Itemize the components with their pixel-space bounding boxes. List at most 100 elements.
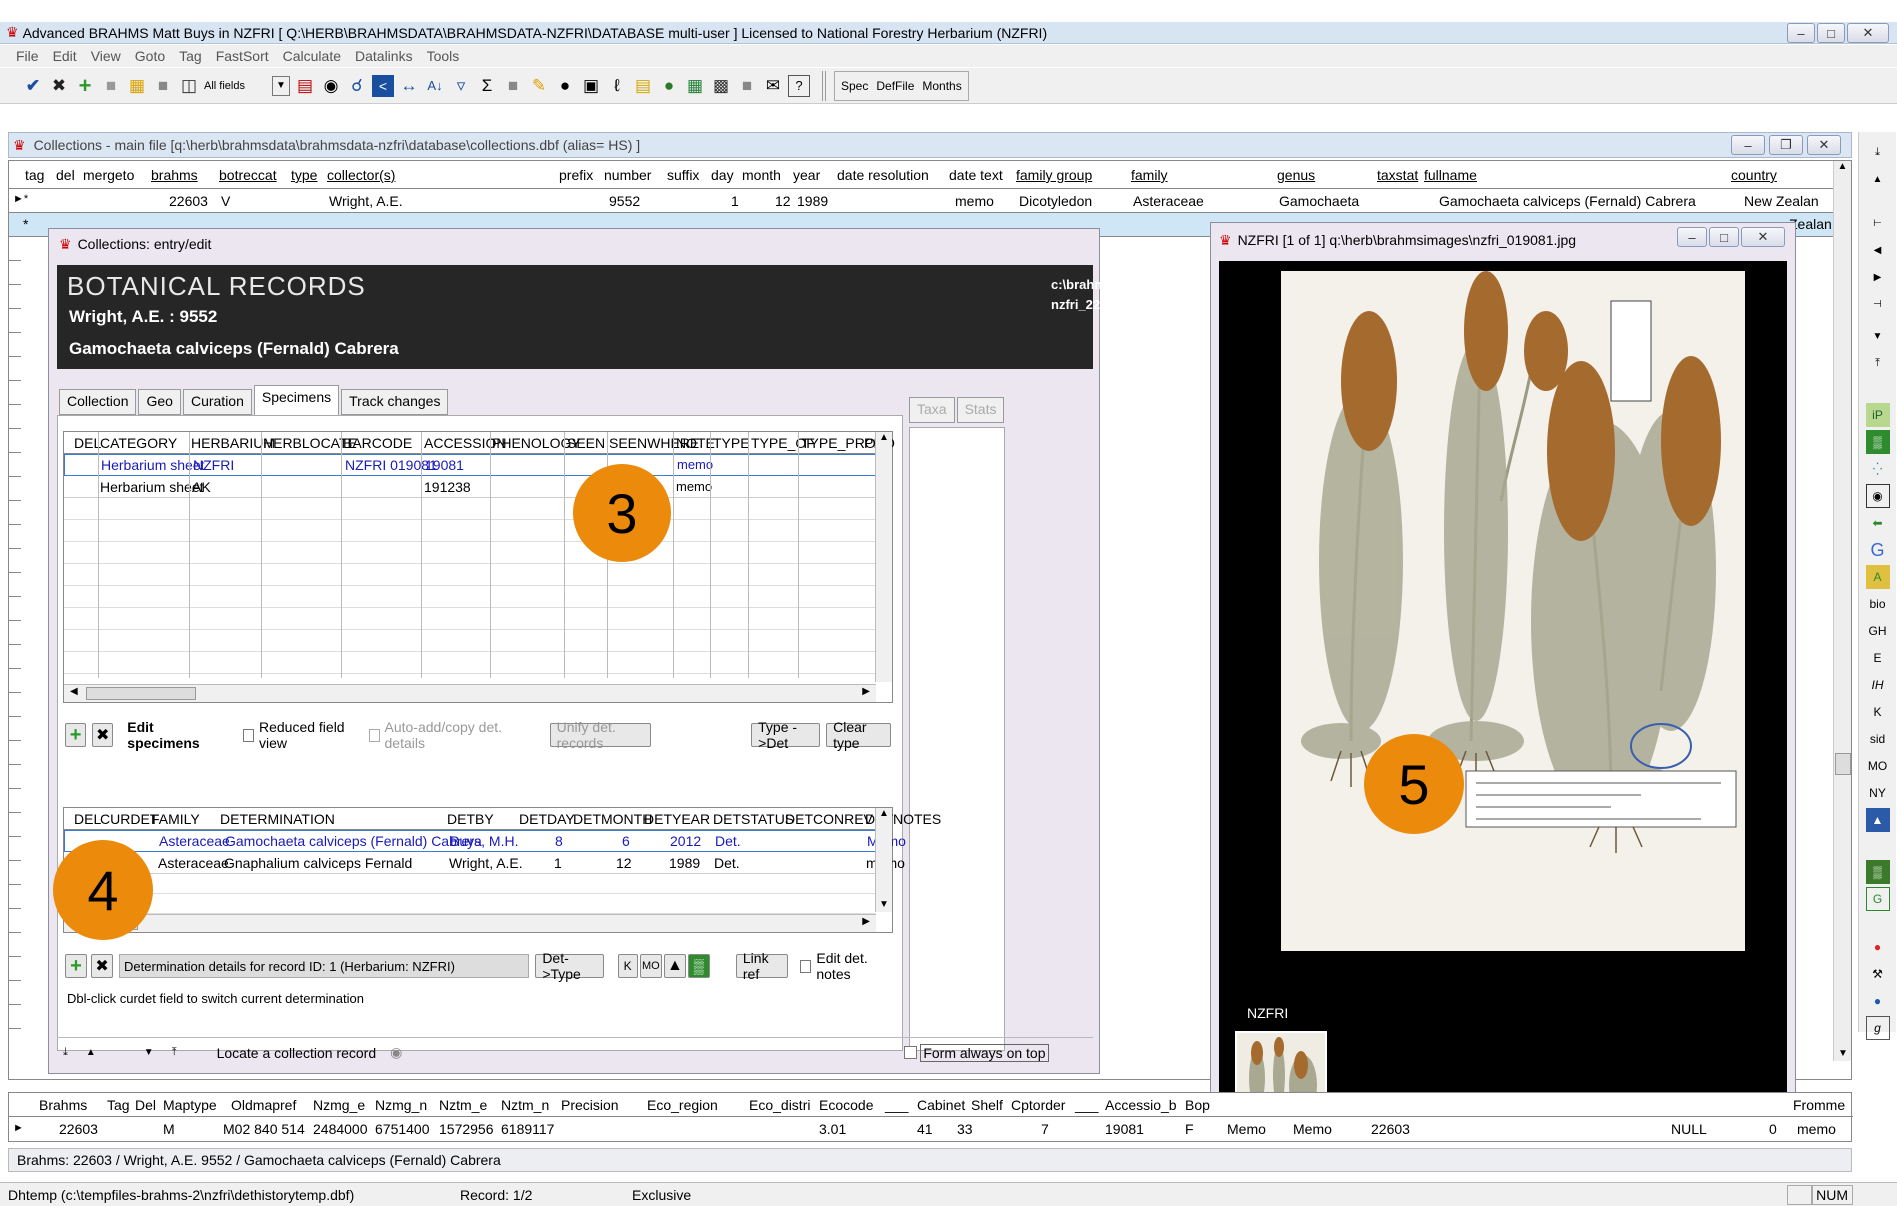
zoom-icon[interactable]: ☌ [346,75,368,97]
spec-col-seen[interactable]: SEEN [567,435,605,451]
clear-type-button[interactable]: Clear type [826,719,891,751]
add-specimen-button[interactable]: + [65,723,87,747]
det-col-detby[interactable]: DETBY [447,811,494,827]
col-date-resolution[interactable]: date resolution [837,167,929,183]
menu-goto[interactable]: Goto [135,48,165,64]
tools-icon[interactable]: ⚒ [1866,962,1890,986]
next-record-icon[interactable]: ▼ [144,1047,154,1058]
collections-close-icon[interactable]: ✕ [1807,135,1841,155]
col-mergeto[interactable]: mergeto [83,167,134,183]
end-icon[interactable]: ⊢ [1866,211,1890,235]
tab-collection[interactable]: Collection [59,389,137,415]
table-icon[interactable]: ▦ [126,75,148,97]
col-collectors[interactable]: collector(s) [327,167,395,183]
gbif-icon[interactable]: ◉ [1865,484,1890,508]
bcol-fromme[interactable]: Fromme [1793,1097,1845,1113]
add-icon[interactable]: + [74,73,96,98]
dots-icon[interactable]: ⁛ [1866,457,1890,481]
minimize-icon[interactable]: – [1787,23,1815,43]
sort-icon[interactable]: A↓ [424,75,446,97]
ipni-icon[interactable]: iP [1865,403,1890,427]
bcol-cptorder[interactable]: Cptorder [1011,1097,1065,1113]
sidebar-item-mo[interactable]: MO [1866,754,1890,778]
sidebar-item-gh[interactable]: GH [1866,619,1890,643]
bcol-blank1[interactable]: ___ [885,1097,908,1113]
det-col-del[interactable]: DEL [74,811,101,827]
deffile-button[interactable]: DefFile [876,79,914,93]
locate-binoculars-icon[interactable]: ◉ [390,1044,402,1061]
mo-button[interactable]: MO [639,954,662,978]
spec-col-category[interactable]: CATEGORY [100,435,177,451]
first-icon[interactable]: ⤓ [1866,140,1890,164]
sidebar-item-sid[interactable]: sid [1866,727,1890,751]
menu-view[interactable]: View [91,48,121,64]
bcol-tag[interactable]: Tag [107,1097,130,1113]
pencil-icon[interactable]: ✎ [528,75,550,97]
field-select[interactable]: All fields [204,80,272,92]
columns-icon[interactable]: ◫ [178,75,200,97]
form-icon[interactable]: ▤ [294,75,316,97]
scroll-down-icon[interactable]: ▼ [879,899,889,910]
up-icon[interactable]: ▲ [1866,167,1890,191]
auto-add-checkbox[interactable] [368,728,380,742]
col-tag[interactable]: tag [25,167,44,183]
g-italic-icon[interactable]: g [1865,1016,1890,1040]
det-col-detstatus[interactable]: DETSTATUS [713,811,794,827]
scroll-right-icon[interactable]: ▶ [862,916,870,927]
table-row[interactable]: Asteraceae Gnaphalium calviceps Fernald … [64,852,905,874]
scroll-up-icon[interactable]: ▲ [1834,161,1851,172]
scroll-left-icon[interactable]: ◀ [70,686,78,697]
col-month[interactable]: month [742,167,781,183]
left-icon[interactable]: ◀ [1866,238,1890,262]
det-col-family[interactable]: FAMILY [151,811,200,827]
camera-icon[interactable]: ▣ [580,75,602,97]
link-ref-button[interactable]: Link ref [735,950,789,982]
paperclip-icon[interactable]: ℓ [606,75,628,97]
leaf-icon[interactable]: ▒ [687,954,710,978]
col-del[interactable]: del [56,167,75,183]
scroll-down-icon[interactable]: ▼ [1838,1048,1848,1059]
square-icon[interactable]: ■ [152,75,174,97]
bcol-maptype[interactable]: Maptype [163,1097,217,1113]
delete-det-button[interactable]: ✖ [91,954,114,978]
col-fullname[interactable]: fullname [1424,167,1477,183]
menu-file[interactable]: File [16,48,39,64]
binoculars-icon[interactable]: ◉ [320,75,342,97]
bcol-blank2[interactable]: ___ [1075,1097,1098,1113]
bcol-precision[interactable]: Precision [561,1097,619,1113]
tab-specimens[interactable]: Specimens [253,385,340,415]
maximize-icon[interactable]: □ [1817,23,1845,43]
arrows-icon[interactable]: ↔ [398,75,420,97]
col-suffix[interactable]: suffix [667,167,699,183]
collections-vscroll[interactable]: ▲ ▼ [1833,161,1851,1061]
tab-track-changes[interactable]: Track changes [341,389,449,415]
bcol-nzmg-e[interactable]: Nzmg_e [313,1097,365,1113]
x-icon[interactable]: ✖ [48,75,70,97]
plant-icon[interactable]: ▒ [1865,860,1890,884]
bcol-nztm-e[interactable]: Nztm_e [439,1097,487,1113]
check-icon[interactable]: ✔ [22,75,44,97]
excel-icon[interactable]: ▦ [684,75,706,97]
bcol-nzmg-n[interactable]: Nzmg_n [375,1097,427,1113]
col-brahms[interactable]: brahms [151,167,198,183]
grid-icon[interactable]: ■ [100,75,122,97]
dash-icon[interactable]: ⊣ [1866,292,1890,316]
globe-icon[interactable]: ● [658,75,680,97]
binoculars2-icon[interactable]: ● [554,75,576,97]
spec-col-barcode[interactable]: BARCODE [343,435,412,451]
det-col-determination[interactable]: DETERMINATION [220,811,335,827]
col-day[interactable]: day [711,167,734,183]
bcol-nztm-n[interactable]: Nztm_n [501,1097,549,1113]
type-det-button[interactable]: Type ->Det [751,719,821,751]
menu-fastsort[interactable]: FastSort [216,48,269,64]
spec-hscroll[interactable]: ◀ ▶ [64,684,876,702]
spec-col-type[interactable]: TYPE [713,435,750,451]
det-vscroll[interactable]: ▲ ▼ [875,808,892,912]
gray-square-icon[interactable]: ■ [502,75,524,97]
herbarium-specimen-image[interactable] [1281,271,1745,951]
right-icon[interactable]: ▶ [1866,265,1890,289]
table-row[interactable]: Herbarium sheet AK 191238 memo [64,476,876,498]
spec-vscroll[interactable]: ▲ [875,432,892,682]
edit-det-notes-checkbox[interactable] [800,959,812,973]
prev-record-icon[interactable]: ▲ [86,1047,96,1058]
